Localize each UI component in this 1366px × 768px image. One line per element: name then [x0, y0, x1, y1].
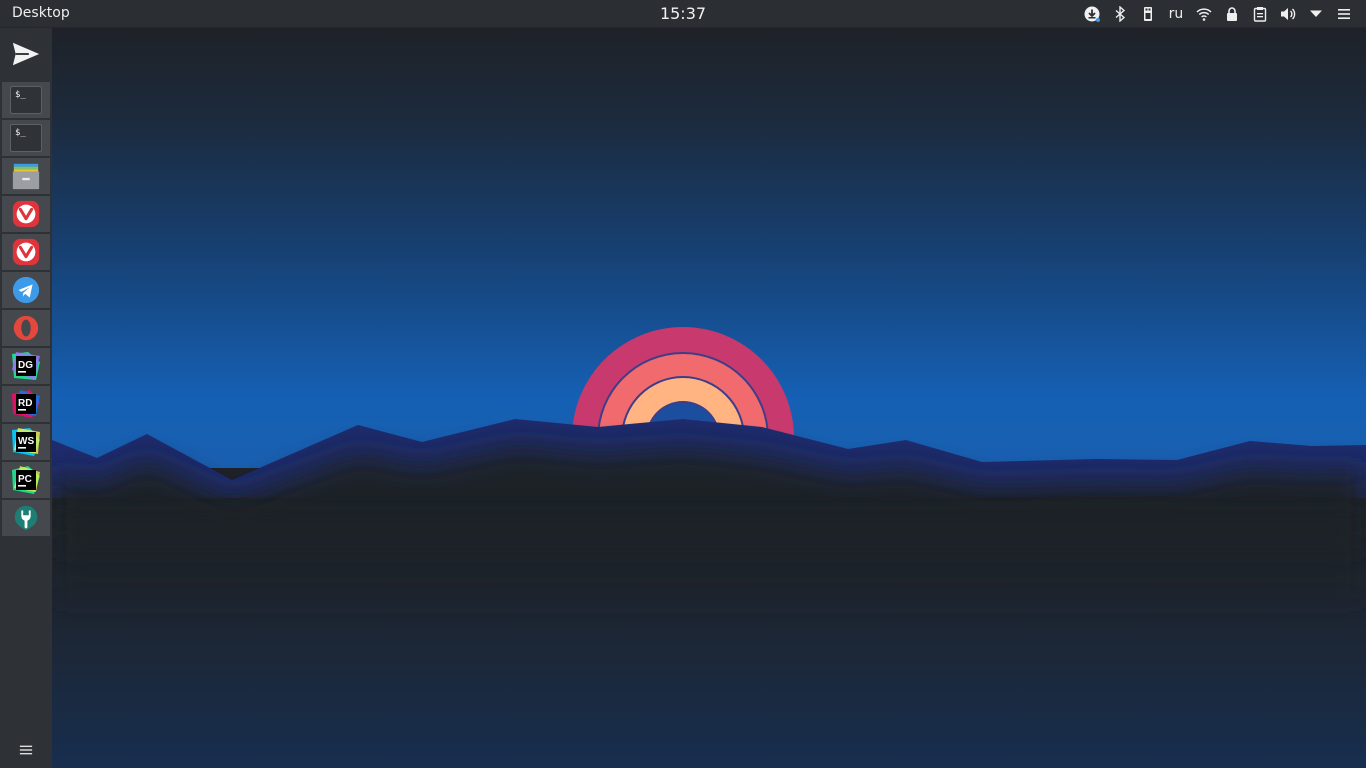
dock-item-vivaldi-2[interactable] [2, 234, 50, 270]
download-indicator[interactable] [1078, 0, 1106, 28]
rider-icon: RD [12, 390, 40, 418]
dock-item-datagrip[interactable]: DG [2, 348, 50, 384]
dock-menu-button[interactable] [14, 742, 38, 758]
send-arrow-icon [12, 42, 40, 66]
top-panel: Desktop 15:37 ru [0, 0, 1366, 28]
dock-item-webstorm[interactable]: WS [2, 424, 50, 460]
system-tray: ru [1078, 0, 1358, 28]
webstorm-icon: WS [12, 428, 40, 456]
keyboard-layout-indicator[interactable]: ru [1162, 0, 1190, 28]
telegram-icon [12, 276, 40, 304]
dock-item-app-tool[interactable] [2, 500, 50, 536]
dock-item-pycharm[interactable]: PC [2, 462, 50, 498]
pycharm-monogram: PC [18, 474, 32, 485]
terminal-icon: $_ [10, 124, 42, 152]
vivaldi-icon [12, 238, 40, 266]
dock-item-opera[interactable] [2, 310, 50, 346]
webstorm-monogram: WS [18, 436, 34, 447]
terminal-icon: $_ [10, 86, 42, 114]
wifi-icon [1196, 8, 1212, 21]
volume-indicator[interactable] [1274, 0, 1302, 28]
download-icon [1084, 6, 1100, 22]
hamburger-menu-icon [1338, 9, 1350, 19]
datagrip-monogram: DG [18, 360, 33, 371]
bluetooth-indicator[interactable] [1106, 0, 1134, 28]
usb-indicator[interactable] [1134, 0, 1162, 28]
clipboard-indicator[interactable] [1246, 0, 1274, 28]
dock: $_ $_ DG RD WS PC [0, 28, 52, 768]
hamburger-menu-icon [19, 745, 33, 755]
app-launcher-button[interactable] [6, 36, 46, 72]
wifi-indicator[interactable] [1190, 0, 1218, 28]
tray-expand-button[interactable] [1302, 0, 1330, 28]
dock-item-terminal-2[interactable]: $_ [2, 120, 50, 156]
bluetooth-icon [1115, 6, 1126, 22]
rider-monogram: RD [18, 398, 32, 409]
triangle-down-icon [1310, 10, 1322, 17]
opera-icon [13, 315, 39, 341]
terminal-prompt: $_ [15, 128, 26, 138]
dock-item-rider[interactable]: RD [2, 386, 50, 422]
clock[interactable]: 15:37 [660, 4, 706, 23]
dock-item-telegram[interactable] [2, 272, 50, 308]
dock-item-vivaldi-1[interactable] [2, 196, 50, 232]
wrench-app-icon [14, 505, 38, 531]
usb-drive-icon [1144, 7, 1152, 21]
pycharm-icon: PC [12, 466, 40, 494]
datagrip-icon: DG [12, 352, 40, 380]
desktop-wallpaper[interactable] [52, 28, 1366, 768]
panel-menu-button[interactable] [1330, 0, 1358, 28]
active-window-title: Desktop [12, 5, 70, 21]
file-cabinet-icon [12, 163, 40, 190]
clipboard-icon [1253, 7, 1267, 22]
vivaldi-icon [12, 200, 40, 228]
speaker-icon [1281, 8, 1296, 20]
keyboard-layout-label: ru [1168, 6, 1184, 22]
terminal-prompt: $_ [15, 90, 26, 100]
lock-icon [1227, 7, 1237, 21]
dock-item-terminal-1[interactable]: $_ [2, 82, 50, 118]
dock-item-file-manager[interactable] [2, 158, 50, 194]
sunset-mountains-wallpaper [52, 28, 1366, 768]
vpn-indicator[interactable] [1218, 0, 1246, 28]
